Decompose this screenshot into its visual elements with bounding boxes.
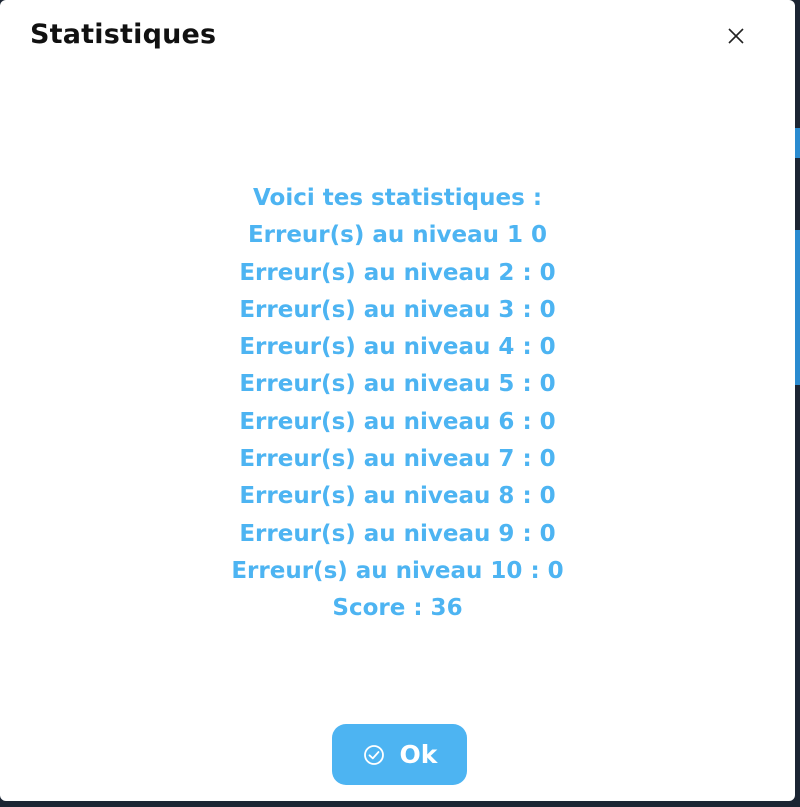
stats-heading: Voici tes statistiques : bbox=[252, 185, 543, 211]
window-accent-bottom bbox=[795, 230, 800, 385]
stats-line-level-8: Erreur(s) au niveau 8 : 0 bbox=[239, 483, 556, 510]
stats-line-level-1: Erreur(s) au niveau 1 0 bbox=[247, 222, 548, 249]
dialog-title: Statistiques bbox=[30, 19, 217, 50]
stats-line-level-9: Erreur(s) au niveau 9 : 0 bbox=[239, 520, 556, 547]
ok-button[interactable]: Ok bbox=[332, 724, 467, 785]
stats-line-level-4: Erreur(s) au niveau 4 : 0 bbox=[239, 334, 556, 361]
window-accent-top bbox=[795, 128, 800, 158]
stats-line-level-7: Erreur(s) au niveau 7 : 0 bbox=[239, 446, 556, 473]
statistics-dialog: Statistiques Voici tes statistiques : Er… bbox=[0, 0, 795, 801]
stats-line-level-5: Erreur(s) au niveau 5 : 0 bbox=[239, 371, 556, 398]
stats-line-level-3: Erreur(s) au niveau 3 : 0 bbox=[239, 296, 556, 323]
stats-line-level-2: Erreur(s) au niveau 2 : 0 bbox=[239, 259, 556, 286]
check-circle-icon bbox=[362, 743, 386, 767]
stats-line-level-10: Erreur(s) au niveau 10 : 0 bbox=[231, 557, 564, 584]
stats-line-level-6: Erreur(s) au niveau 6 : 0 bbox=[239, 408, 556, 435]
score-text: Score : 36 bbox=[332, 595, 463, 622]
close-button[interactable] bbox=[720, 20, 752, 52]
statistics-text: Voici tes statistiques : Erreur(s) au ni… bbox=[0, 180, 795, 628]
ok-button-label: Ok bbox=[399, 740, 438, 769]
close-icon bbox=[728, 28, 744, 44]
